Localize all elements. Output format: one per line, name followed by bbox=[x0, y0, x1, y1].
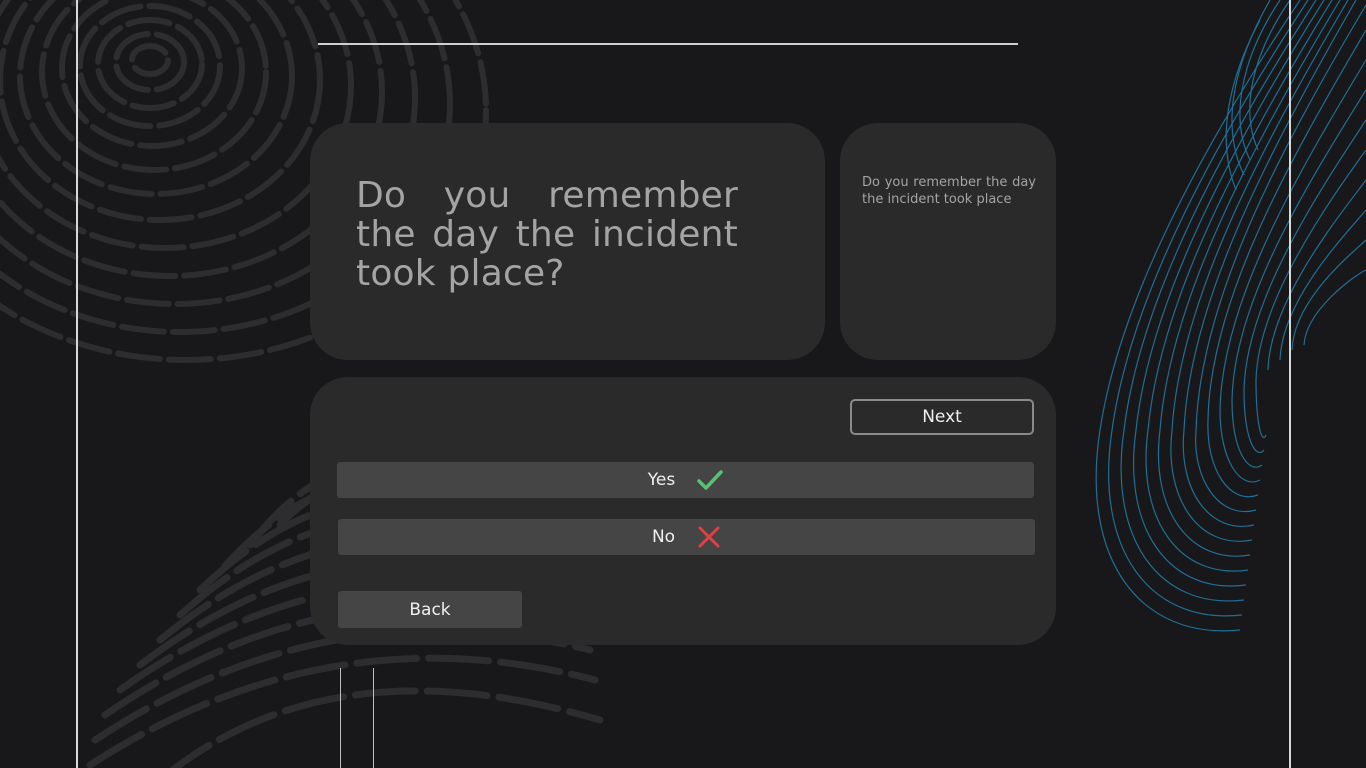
accent-curves bbox=[1095, 0, 1366, 632]
question-text: Do you remember the day the incident too… bbox=[356, 175, 738, 294]
no-answer-label: No bbox=[651, 527, 676, 547]
right-frame-line bbox=[1289, 0, 1291, 768]
app-screen: Do you remember the day the incident too… bbox=[0, 0, 1366, 768]
bottom-divider-line-left bbox=[340, 668, 341, 768]
top-divider bbox=[318, 43, 1018, 45]
yes-answer-label: Yes bbox=[647, 470, 676, 490]
no-answer-content: No bbox=[652, 526, 721, 548]
question-note-card: Do you remember the day the incident too… bbox=[840, 123, 1056, 360]
check-icon bbox=[697, 469, 723, 491]
bottom-divider-line-right bbox=[373, 668, 374, 768]
cross-icon bbox=[697, 526, 721, 548]
yes-answer-button[interactable]: Yes bbox=[337, 462, 1034, 498]
question-card: Do you remember the day the incident too… bbox=[310, 123, 825, 360]
left-frame-line bbox=[76, 0, 78, 768]
next-button[interactable]: Next bbox=[850, 399, 1034, 435]
back-button[interactable]: Back bbox=[338, 591, 522, 628]
answers-card: Next Yes No Back bbox=[310, 377, 1056, 645]
yes-answer-content: Yes bbox=[648, 469, 723, 491]
no-answer-button[interactable]: No bbox=[338, 519, 1035, 555]
question-note-text: Do you remember the day the incident too… bbox=[862, 175, 1036, 207]
